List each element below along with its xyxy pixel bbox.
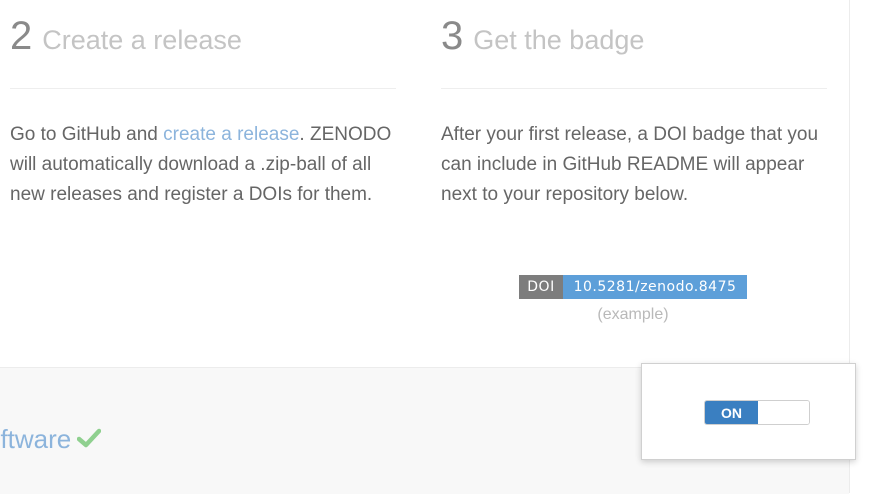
step-title: Get the badge <box>473 25 645 55</box>
step-description: Go to GitHub and create a release. ZENOD… <box>10 120 396 210</box>
doi-badge: DOI 10.5281/zenodo.8475 <box>519 275 747 299</box>
step-divider <box>10 88 396 89</box>
check-icon <box>77 424 102 455</box>
create-release-link[interactable]: create a release <box>163 124 299 145</box>
step-divider <box>441 88 827 89</box>
doi-badge-label: DOI <box>519 275 563 299</box>
step-header: 3 Get the badge <box>441 14 644 59</box>
step-number: 3 <box>441 14 464 58</box>
step-title: Create a release <box>42 25 242 55</box>
step-header: 2 Create a release <box>10 14 242 59</box>
repository-enable-toggle[interactable]: ON <box>704 400 810 425</box>
repository-name-text[interactable]: oftware <box>0 424 71 454</box>
step-description: After your first release, a DOI badge th… <box>441 124 819 205</box>
step-text-lead: Go to GitHub and <box>10 124 164 145</box>
repository-name: oftware <box>0 424 102 455</box>
badge-example-caption: (example) <box>597 306 669 323</box>
toggle-highlight-card: ON <box>641 363 856 460</box>
doi-badge-value: 10.5281/zenodo.8475 <box>563 275 747 299</box>
step-number: 2 <box>10 14 33 58</box>
toggle-on-label: ON <box>705 401 758 424</box>
toggle-knob[interactable] <box>758 401 809 424</box>
